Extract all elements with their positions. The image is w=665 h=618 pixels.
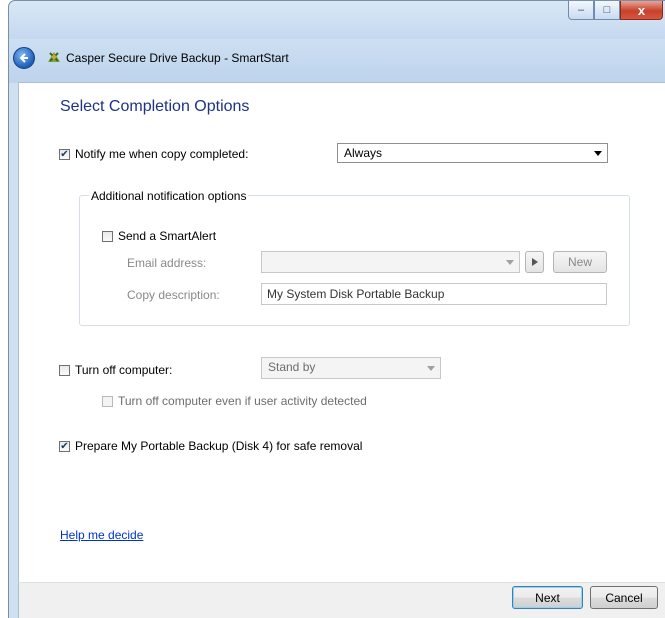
close-button[interactable]: x xyxy=(620,1,663,20)
copy-description-label: Copy description: xyxy=(127,288,220,302)
email-label: Email address: xyxy=(127,256,207,270)
new-email-button[interactable]: New xyxy=(553,251,607,273)
maximize-button[interactable]: □ xyxy=(594,1,620,20)
smartalert-label: Send a SmartAlert xyxy=(118,229,217,243)
smartalert-checkbox[interactable] xyxy=(102,231,113,242)
additional-options-legend: Additional notification options xyxy=(89,189,249,203)
next-button[interactable]: Next xyxy=(512,586,583,609)
turn-off-even-if-active-checkbox[interactable] xyxy=(102,396,113,407)
notify-label: Notify me when copy completed: xyxy=(75,147,249,161)
back-arrow-icon xyxy=(19,53,28,63)
cancel-button[interactable]: Cancel xyxy=(590,586,658,609)
prepare-removal-checkbox[interactable]: ✔ xyxy=(59,441,70,452)
turn-off-mode-value: Stand by xyxy=(268,360,316,374)
help-me-decide-link[interactable]: Help me decide xyxy=(60,528,143,542)
turn-off-label: Turn off computer: xyxy=(75,363,173,377)
app-title: Casper Secure Drive Backup - SmartStart xyxy=(66,51,289,65)
check-icon: ✔ xyxy=(60,440,69,452)
prepare-removal-label: Prepare My Portable Backup (Disk 4) for … xyxy=(75,439,363,453)
chevron-down-icon xyxy=(427,366,435,371)
notify-frequency-value: Always xyxy=(344,146,383,160)
casper-app-icon xyxy=(48,52,60,62)
copy-description-input[interactable]: My System Disk Portable Backup xyxy=(261,283,607,305)
email-expand-button[interactable] xyxy=(525,251,544,273)
chevron-down-icon xyxy=(506,260,514,265)
notify-frequency-select[interactable]: Always xyxy=(337,143,608,163)
check-icon: ✔ xyxy=(60,148,69,160)
window-controls: ‒ □ x xyxy=(568,1,663,21)
turn-off-mode-select[interactable]: Stand by xyxy=(261,357,441,379)
turn-off-even-if-active-label: Turn off computer even if user activity … xyxy=(118,394,367,408)
minimize-button[interactable]: ‒ xyxy=(568,1,594,20)
page-title: Select Completion Options xyxy=(60,98,250,115)
title-bar: ‒ □ x xyxy=(9,1,665,39)
play-arrow-icon xyxy=(531,258,538,266)
email-address-select[interactable] xyxy=(261,251,520,273)
turn-off-checkbox[interactable] xyxy=(59,365,70,376)
chevron-down-icon xyxy=(594,151,602,156)
notify-checkbox[interactable]: ✔ xyxy=(59,149,70,160)
back-button[interactable] xyxy=(13,47,35,69)
